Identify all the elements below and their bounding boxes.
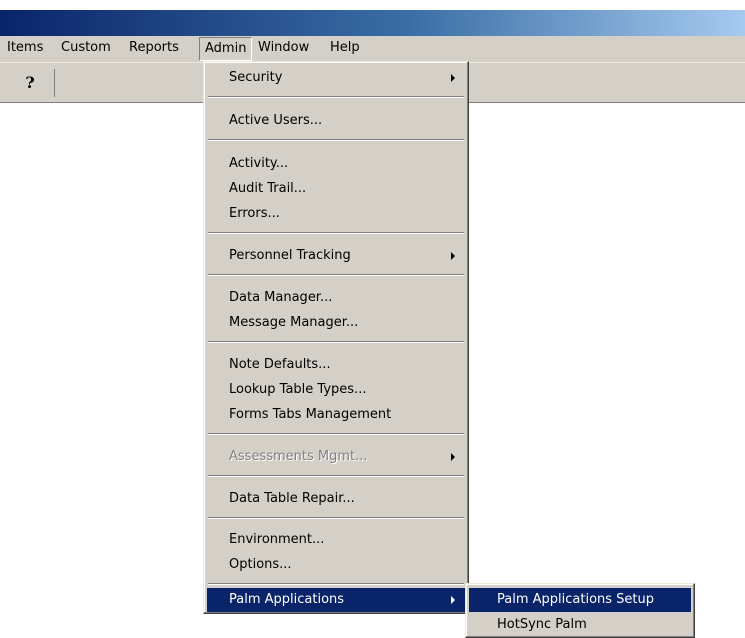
menu-reports[interactable]: Reports	[124, 36, 184, 60]
menu-item-options[interactable]: Options...	[207, 553, 465, 577]
menu-separator	[208, 517, 464, 519]
menu-item-environment[interactable]: Environment...	[207, 528, 465, 552]
menu-item-active-users[interactable]: Active Users...	[207, 109, 465, 133]
menu-separator	[208, 475, 464, 477]
submenu-arrow-icon	[451, 453, 455, 461]
menu-separator	[208, 96, 464, 98]
menu-bar: Items Custom Reports Admin Window Help	[0, 36, 745, 63]
menu-separator	[208, 274, 464, 276]
menu-custom[interactable]: Custom	[56, 36, 116, 60]
menu-item-note-defaults[interactable]: Note Defaults...	[207, 353, 465, 377]
menu-items[interactable]: Items	[2, 36, 48, 60]
help-pointer-icon: ?	[25, 73, 35, 92]
menu-separator	[208, 583, 464, 585]
menu-separator	[208, 433, 464, 435]
menu-item-label: Palm Applications	[229, 592, 345, 607]
menu-item-hotsync-palm[interactable]: HotSync Palm	[469, 613, 691, 637]
menu-item-palm-applications-setup[interactable]: Palm Applications Setup	[469, 588, 691, 612]
menu-separator	[208, 341, 464, 343]
menu-item-label: Security	[229, 70, 283, 85]
menu-item-palm-applications[interactable]: Palm Applications	[207, 588, 465, 612]
menu-help[interactable]: Help	[325, 36, 365, 60]
menu-item-assessments-mgmt: Assessments Mgmt...	[207, 445, 465, 469]
help-pointer-button[interactable]: ?	[6, 69, 55, 97]
menu-item-label: Personnel Tracking	[229, 248, 351, 263]
submenu-arrow-icon	[451, 74, 455, 82]
menu-item-audit-trail[interactable]: Audit Trail...	[207, 177, 465, 201]
menu-window[interactable]: Window	[253, 36, 314, 60]
menu-item-lookup-table-types[interactable]: Lookup Table Types...	[207, 378, 465, 402]
menu-item-activity[interactable]: Activity...	[207, 152, 465, 176]
menu-item-data-manager[interactable]: Data Manager...	[207, 286, 465, 310]
title-bar	[0, 10, 745, 36]
menu-item-errors[interactable]: Errors...	[207, 202, 465, 226]
admin-dropdown-menu: Security Active Users... Activity... Aud…	[203, 61, 469, 614]
menu-item-security[interactable]: Security	[207, 66, 465, 90]
menu-separator	[208, 139, 464, 141]
palm-applications-submenu: Palm Applications Setup HotSync Palm	[465, 583, 695, 638]
menu-item-message-manager[interactable]: Message Manager...	[207, 311, 465, 335]
menu-item-label: Assessments Mgmt...	[229, 449, 368, 464]
submenu-arrow-icon	[451, 596, 455, 604]
menu-item-data-table-repair[interactable]: Data Table Repair...	[207, 487, 465, 511]
submenu-arrow-icon	[451, 252, 455, 260]
menu-admin[interactable]: Admin	[199, 37, 253, 61]
menu-item-forms-tabs-management[interactable]: Forms Tabs Management	[207, 403, 465, 427]
menu-item-personnel-tracking[interactable]: Personnel Tracking	[207, 244, 465, 268]
menu-separator	[208, 232, 464, 234]
